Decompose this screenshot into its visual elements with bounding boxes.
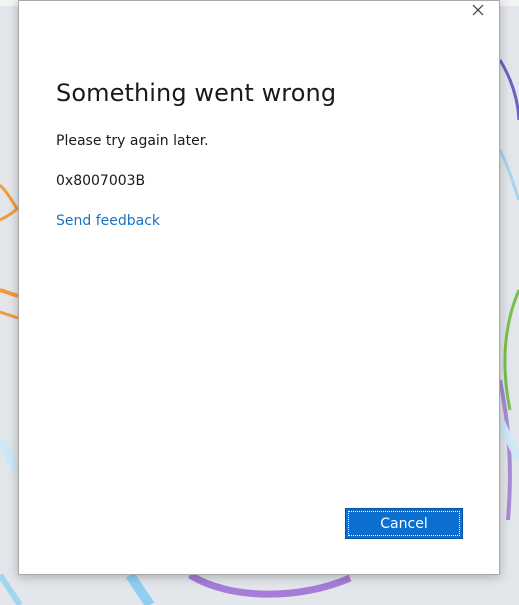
cancel-button[interactable]: Cancel <box>345 508 463 539</box>
close-icon <box>472 4 484 16</box>
send-feedback-link[interactable]: Send feedback <box>56 213 160 229</box>
error-dialog: Something went wrong Please try again la… <box>18 0 500 575</box>
dialog-title: Something went wrong <box>56 79 337 107</box>
error-message: Please try again later. <box>56 133 209 149</box>
error-code: 0x8007003B <box>56 173 146 189</box>
close-button[interactable] <box>467 1 489 19</box>
